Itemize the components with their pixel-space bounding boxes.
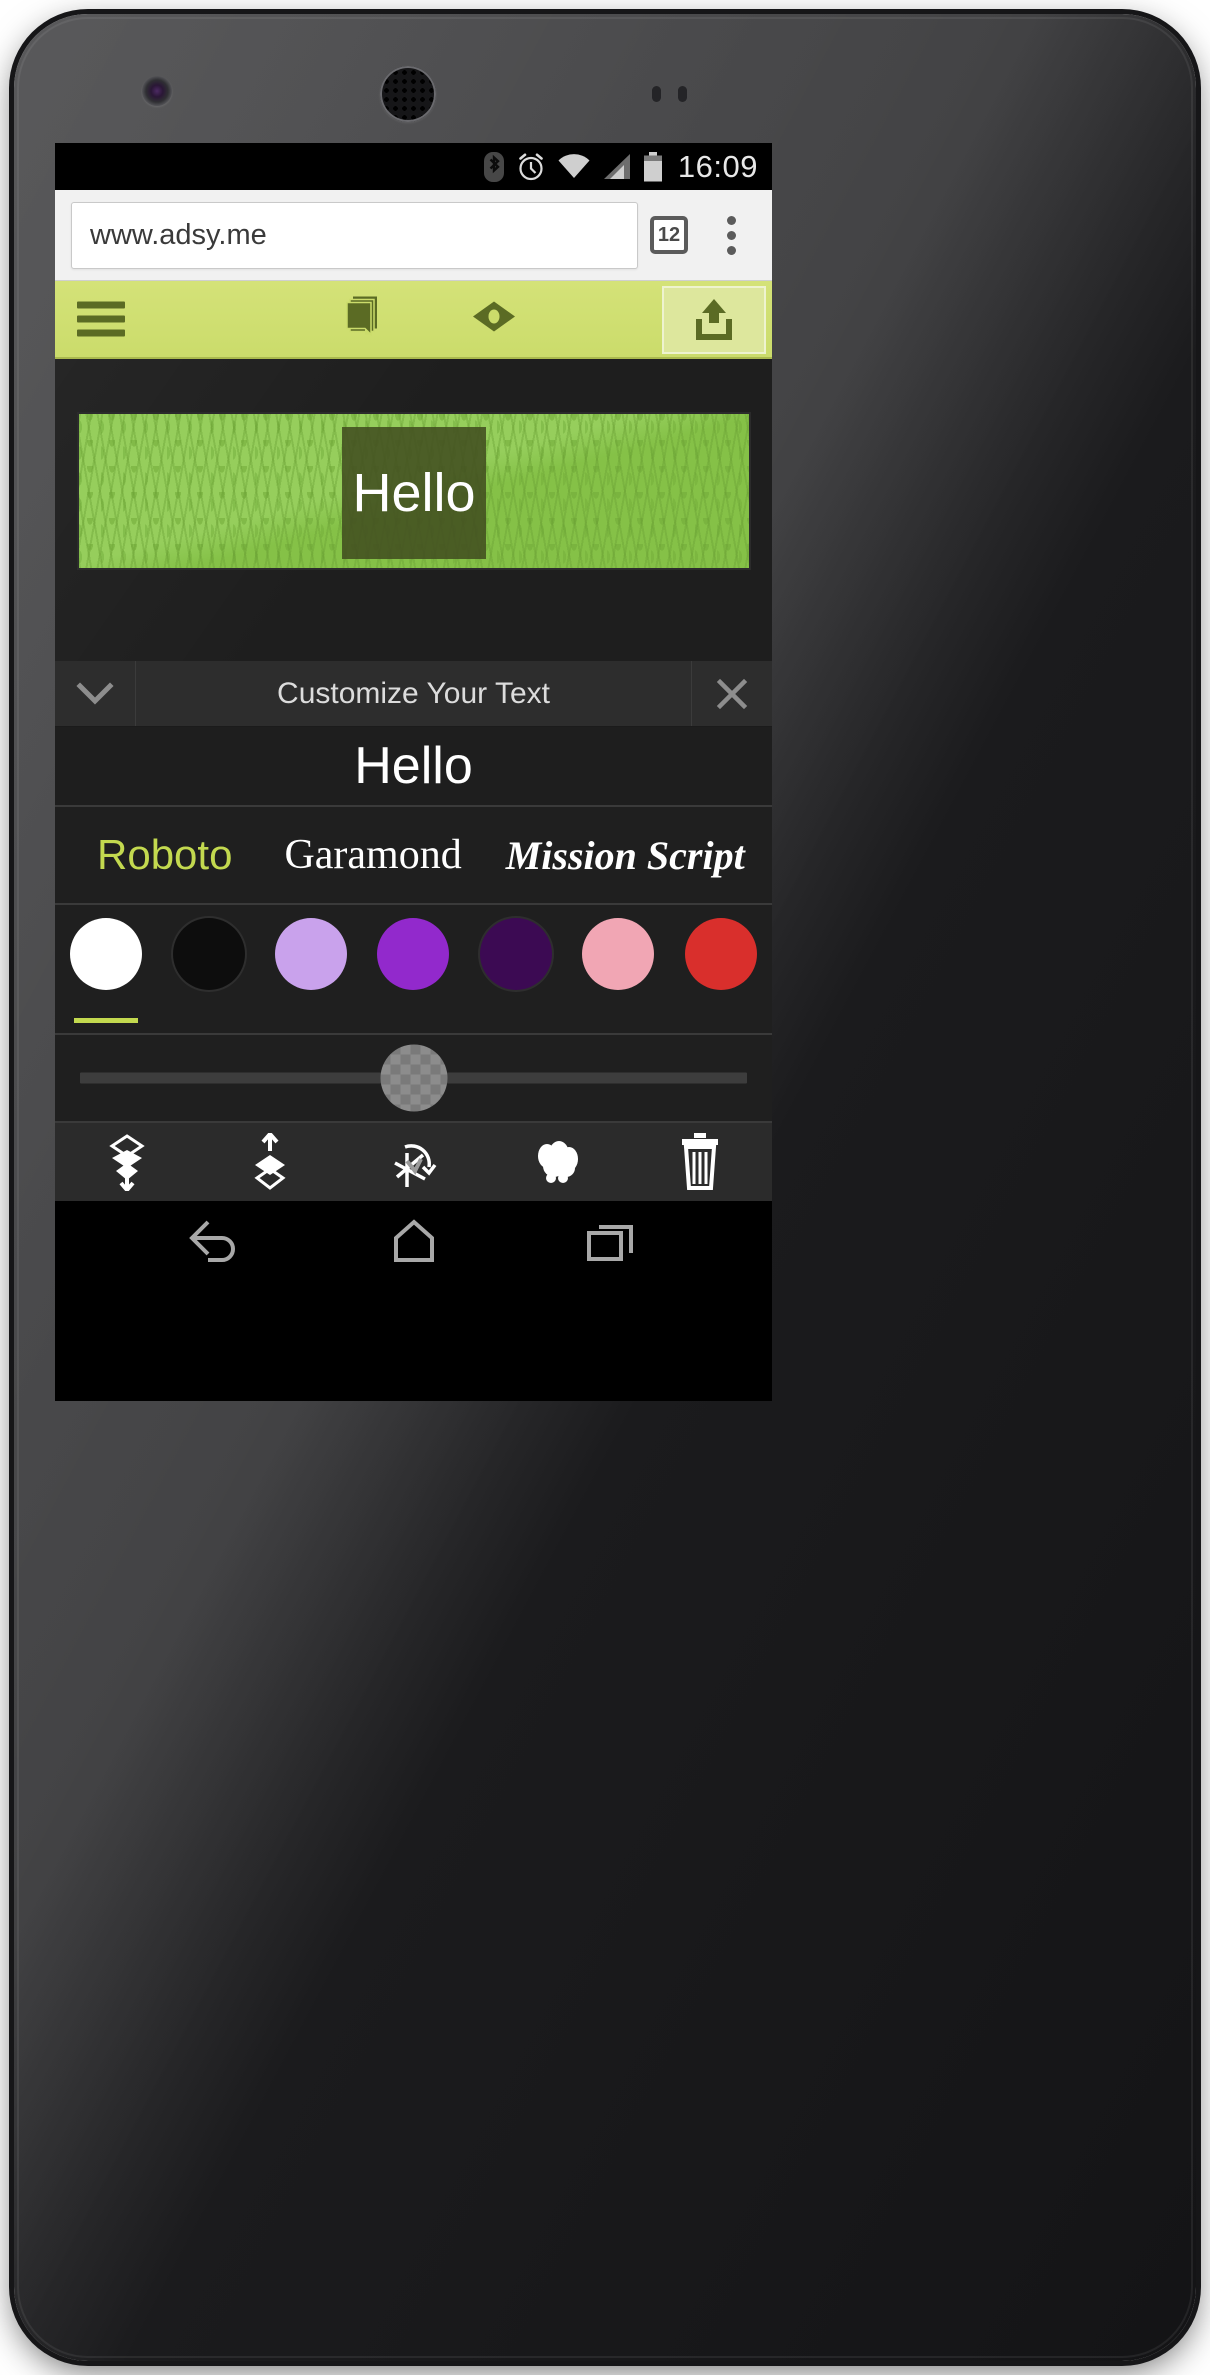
swatch-circle: [684, 918, 757, 990]
wifi-icon: [557, 153, 591, 181]
text-layer[interactable]: Hello: [342, 427, 486, 559]
opacity-slider[interactable]: [55, 1035, 772, 1123]
eye-icon: [473, 301, 515, 332]
tab-switcher-button[interactable]: 12: [638, 216, 700, 254]
earpiece-speaker-icon: [380, 66, 436, 122]
rotate-button[interactable]: [342, 1133, 485, 1191]
android-nav-bar: [55, 1201, 772, 1281]
hamburger-menu-button[interactable]: [77, 295, 125, 344]
kebab-dot-3: [726, 245, 736, 255]
proximity-sensor-icon: [652, 86, 661, 102]
panel-title: Customize Your Text: [277, 676, 550, 710]
slider-thumb[interactable]: [380, 1044, 447, 1112]
nav-back-button[interactable]: [165, 1218, 265, 1264]
delete-button[interactable]: [629, 1132, 772, 1192]
color-swatch-red[interactable]: [670, 918, 772, 1033]
swatch-circle: [377, 918, 450, 990]
upload-icon: [696, 299, 732, 340]
color-swatch-purple[interactable]: [362, 918, 464, 1033]
bring-forward-icon: [254, 1133, 286, 1190]
export-button[interactable]: [662, 286, 766, 354]
kebab-dot-2: [726, 230, 736, 240]
cellular-signal-icon: [602, 153, 632, 181]
rotate-icon: [393, 1144, 436, 1187]
layer-actions-toolbar: [55, 1123, 772, 1201]
recents-icon: [586, 1225, 633, 1261]
color-swatch-light-purple[interactable]: [260, 918, 362, 1033]
font-picker[interactable]: Roboto Garamond Mission Script W: [55, 807, 772, 905]
font-option-mission-script[interactable]: Mission Script: [506, 832, 772, 879]
nav-home-button[interactable]: [364, 1218, 464, 1264]
duplicate-icon: [537, 1141, 578, 1183]
text-preview-value: Hello: [354, 737, 473, 795]
panel-header: Customize Your Text: [55, 661, 772, 727]
panel-title-area: Customize Your Text: [135, 661, 692, 726]
panel-close-button[interactable]: [692, 661, 772, 726]
kebab-dot-1: [726, 215, 736, 225]
browser-chrome: www.adsy.me 12: [55, 190, 772, 281]
app-toolbar: [55, 281, 772, 359]
nav-recents-button[interactable]: [563, 1217, 663, 1265]
status-bar: 16:09: [55, 143, 772, 190]
phone-screen: 16:09 www.adsy.me 12 Hello Customize You…: [55, 143, 772, 1401]
swatch-circle: [582, 918, 655, 990]
hamburger-line-3: [77, 329, 125, 337]
chevron-down-icon: [76, 681, 114, 705]
home-icon: [393, 1219, 434, 1262]
text-layer-content: Hello: [352, 463, 476, 523]
bring-forward-button[interactable]: [198, 1133, 341, 1191]
color-swatch-pink[interactable]: [567, 918, 669, 1033]
close-icon: [716, 678, 748, 709]
canvas-area[interactable]: Hello: [55, 359, 772, 661]
swatch-circle: [479, 918, 552, 990]
pages-button[interactable]: [345, 295, 385, 344]
send-backward-icon: [108, 1134, 145, 1191]
text-preview[interactable]: Hello: [55, 727, 772, 807]
bluetooth-icon: [483, 151, 505, 183]
swatch-circle: [70, 918, 143, 990]
delete-icon: [682, 1133, 719, 1190]
font-option-garamond[interactable]: Garamond: [284, 831, 505, 879]
hamburger-line-2: [77, 315, 125, 323]
ambient-light-sensor-icon: [678, 86, 687, 102]
duplicate-button[interactable]: [485, 1134, 628, 1190]
color-picker[interactable]: [55, 905, 772, 1035]
url-bar[interactable]: www.adsy.me: [71, 201, 638, 269]
preview-button[interactable]: [470, 301, 518, 338]
pages-icon: [346, 296, 377, 337]
color-swatch-white[interactable]: [55, 918, 157, 1033]
panel-collapse-button[interactable]: [55, 661, 135, 726]
font-option-roboto[interactable]: Roboto: [55, 831, 284, 879]
artboard[interactable]: Hello: [77, 412, 751, 570]
send-backward-button[interactable]: [55, 1133, 198, 1191]
front-camera-icon: [142, 76, 172, 106]
alarm-icon: [516, 152, 546, 182]
color-swatch-dark-purple[interactable]: [465, 918, 567, 1033]
tab-count-label: 12: [650, 216, 688, 254]
battery-icon: [643, 151, 663, 182]
browser-menu-button[interactable]: [700, 215, 762, 255]
url-text: www.adsy.me: [90, 218, 267, 251]
phone-device: 16:09 www.adsy.me 12 Hello Customize You…: [14, 14, 1196, 2361]
status-bar-clock: 16:09: [677, 149, 758, 184]
color-selected-indicator: [74, 1018, 139, 1023]
back-icon: [188, 1220, 235, 1262]
swatch-circle: [172, 918, 245, 990]
swatch-circle: [275, 918, 348, 990]
color-swatch-black[interactable]: [157, 918, 259, 1033]
hamburger-line-1: [77, 301, 125, 309]
